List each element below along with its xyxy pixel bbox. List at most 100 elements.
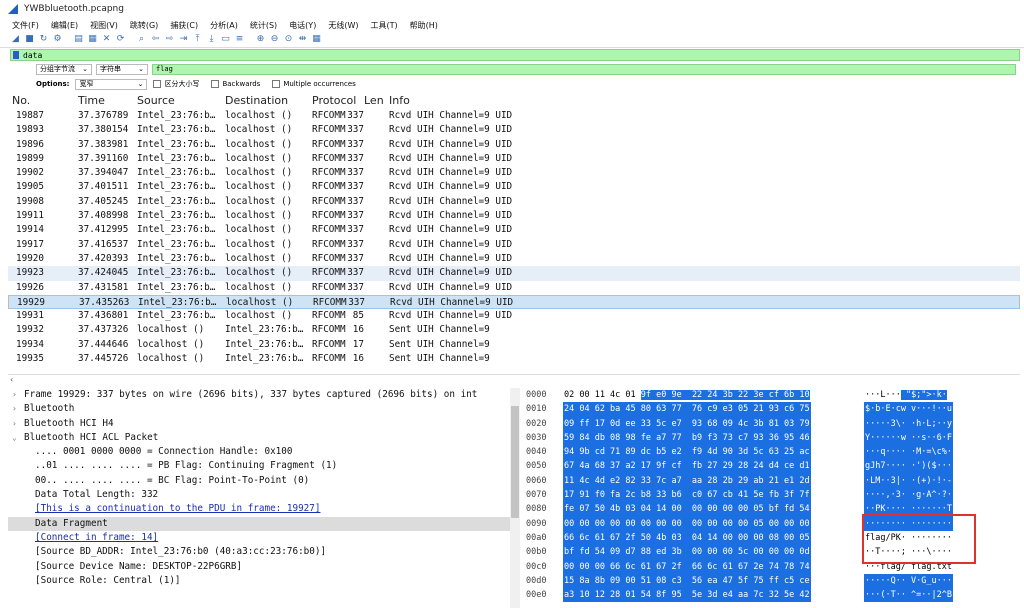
hex-row[interactable]: 0030 59 84 db 08 98 fe a7 77 b9 f3 73 c7 … bbox=[524, 430, 1024, 446]
column-length[interactable]: Len bbox=[364, 94, 384, 107]
packet-list[interactable]: 19887 37.376789 Intel_23:76:b… localhost ()… bbox=[8, 109, 1020, 366]
back-icon[interactable]: ⇦ bbox=[150, 34, 161, 45]
detail-line[interactable]: ..01 .... .... .... = PB Flag: Continuin… bbox=[8, 459, 510, 473]
find-icon[interactable]: ⌕ bbox=[136, 34, 147, 45]
layout-icon[interactable]: ▦ bbox=[311, 34, 322, 45]
menu-item[interactable]: 编辑(E) bbox=[51, 20, 78, 31]
packet-row[interactable]: 19935 37.445726 localhost () Intel_23:76:b…… bbox=[8, 352, 1020, 366]
packet-row[interactable]: 19908 37.405245 Intel_23:76:b… localhost ()… bbox=[8, 195, 1020, 209]
detail-line[interactable]: 00.. .... .... .... = BC Flag: Point-To-… bbox=[8, 474, 510, 488]
open-icon[interactable]: ▤ bbox=[73, 34, 84, 45]
hex-row[interactable]: 0010 24 04 62 ba 45 80 63 77 76 c9 e3 05 … bbox=[524, 402, 1024, 417]
display-filter-input[interactable]: data bbox=[23, 51, 42, 60]
autoscroll-icon[interactable]: ▭ bbox=[220, 34, 231, 45]
reload-icon[interactable]: ⟳ bbox=[115, 34, 126, 45]
packet-row[interactable]: 19920 37.420393 Intel_23:76:b… localhost ()… bbox=[8, 252, 1020, 266]
hex-row[interactable]: 0040 94 9b cd 71 89 dc b5 e2 f9 4d 90 3d … bbox=[524, 445, 1024, 460]
case-sensitive-checkbox[interactable]: 区分大小写 bbox=[153, 79, 199, 89]
column-info[interactable]: Info bbox=[389, 94, 410, 107]
menu-item[interactable]: 电话(Y) bbox=[289, 20, 316, 31]
menu-item[interactable]: 跳转(G) bbox=[130, 20, 158, 31]
detail-line[interactable]: [Source BD_ADDR: Intel_23:76:b0 (40:a3:c… bbox=[8, 545, 510, 559]
menu-item[interactable]: 工具(T) bbox=[370, 20, 397, 31]
packet-row[interactable]: 19905 37.401511 Intel_23:76:b… localhost ()… bbox=[8, 180, 1020, 194]
zoom-in-icon[interactable]: ⊕ bbox=[255, 34, 266, 45]
hex-row[interactable]: 00e0 a3 10 12 28 01 54 8f 95 5e 3d e4 aa … bbox=[524, 588, 1024, 603]
display-filter-bar[interactable]: data bbox=[10, 49, 1020, 61]
detail-line[interactable]: .... 0001 0000 0000 = Connection Handle:… bbox=[8, 445, 510, 459]
hex-row[interactable]: 0060 11 4c 4d e2 82 33 7c a7 aa 28 2b 29 … bbox=[524, 473, 1024, 489]
detail-line[interactable]: › Bluetooth HCI H4 bbox=[8, 417, 510, 431]
stop-icon[interactable]: ■ bbox=[24, 34, 35, 45]
scrollbar-thumb[interactable] bbox=[511, 406, 519, 518]
colorize-icon[interactable]: ≡ bbox=[234, 34, 245, 45]
detail-link[interactable]: [Connect in frame: 14] bbox=[8, 531, 510, 545]
detail-link[interactable]: [This is a continuation to the PDU in fr… bbox=[8, 502, 510, 516]
packet-bytes-pane[interactable]: 0000 02 00 11 4c 01 9f e0 9e 22 24 3b 22 … bbox=[524, 388, 1024, 608]
menu-item[interactable]: 无线(W) bbox=[328, 20, 358, 31]
options-icon[interactable]: ⚙ bbox=[52, 34, 63, 45]
packet-row[interactable]: 19926 37.431581 Intel_23:76:b… localhost ()… bbox=[8, 281, 1020, 295]
search-type-select[interactable]: 字符串 ⌄ bbox=[96, 63, 148, 75]
forward-icon[interactable]: ⇨ bbox=[164, 34, 175, 45]
detail-line[interactable]: › Bluetooth bbox=[8, 402, 510, 416]
menu-item[interactable]: 视图(V) bbox=[90, 20, 118, 31]
hex-row[interactable]: 0020 09 ff 17 0d ee 33 5c e7 93 68 09 4c … bbox=[524, 416, 1024, 431]
detail-line[interactable]: › Frame 19929: 337 bytes on wire (2696 bi… bbox=[8, 388, 510, 402]
fin-icon[interactable]: ◢ bbox=[10, 34, 21, 45]
packet-row[interactable]: 19899 37.391160 Intel_23:76:b… localhost ()… bbox=[8, 152, 1020, 166]
column-destination[interactable]: Destination bbox=[225, 94, 288, 107]
packet-row[interactable]: 19929 37.435263 Intel_23:76:b… localhost ()… bbox=[8, 294, 1020, 310]
packet-row[interactable]: 19931 37.436801 Intel_23:76:b… localhost ()… bbox=[8, 309, 1020, 323]
menu-item[interactable]: 文件(F) bbox=[12, 20, 39, 31]
last-icon[interactable]: ⤓ bbox=[206, 34, 217, 45]
charset-select[interactable]: 宽窄 ⌄ bbox=[75, 78, 148, 90]
restart-icon[interactable]: ↻ bbox=[38, 34, 49, 45]
collapse-arrow-icon[interactable]: ⌄ bbox=[12, 431, 17, 445]
zoom-reset-icon[interactable]: ⊙ bbox=[283, 34, 294, 45]
column-source[interactable]: Source bbox=[137, 94, 175, 107]
close-icon[interactable]: ✕ bbox=[101, 34, 112, 45]
detail-line[interactable]: [Source Device Name: DESKTOP-22P6GRB] bbox=[8, 560, 510, 574]
packet-row[interactable]: 19911 37.408998 Intel_23:76:b… localhost ()… bbox=[8, 209, 1020, 223]
packet-row[interactable]: 19932 37.437326 localhost () Intel_23:76:b…… bbox=[8, 323, 1020, 337]
detail-line[interactable]: Data Total Length: 332 bbox=[8, 488, 510, 502]
column-protocol[interactable]: Protocol bbox=[312, 94, 356, 107]
packet-row[interactable]: 19887 37.376789 Intel_23:76:b… localhost ()… bbox=[8, 109, 1020, 123]
packet-details-pane[interactable]: › Frame 19929: 337 bytes on wire (2696 bi… bbox=[8, 388, 510, 608]
detail-line[interactable]: ⌄ Bluetooth HCI ACL Packet bbox=[8, 431, 510, 445]
packet-row[interactable]: 19902 37.394047 Intel_23:76:b… localhost ()… bbox=[8, 166, 1020, 180]
expand-arrow-icon[interactable]: › bbox=[12, 417, 17, 431]
scroll-left-icon[interactable]: ‹ bbox=[10, 375, 13, 384]
backwards-checkbox[interactable]: Backwards bbox=[211, 80, 260, 88]
save-icon[interactable]: ▦ bbox=[87, 34, 98, 45]
first-icon[interactable]: ⤒ bbox=[192, 34, 203, 45]
expand-arrow-icon[interactable]: › bbox=[12, 402, 17, 416]
search-scope-select[interactable]: 分组字节流 ⌄ bbox=[36, 63, 92, 75]
resize-columns-icon[interactable]: ⇹ bbox=[297, 34, 308, 45]
hex-row[interactable]: 00d0 15 8a 8b 09 00 51 08 c3 56 ea 47 5f … bbox=[524, 573, 1024, 589]
search-string-input[interactable]: flag bbox=[152, 63, 1016, 75]
packet-row[interactable]: 19914 37.412995 Intel_23:76:b… localhost ()… bbox=[8, 223, 1020, 237]
multiple-occurrences-checkbox[interactable]: Multiple occurrences bbox=[272, 80, 356, 88]
expand-arrow-icon[interactable]: › bbox=[12, 388, 17, 402]
packet-row[interactable]: 19893 37.380154 Intel_23:76:b… localhost ()… bbox=[8, 123, 1020, 137]
column-no[interactable]: No. bbox=[12, 94, 30, 107]
menu-item[interactable]: 帮助(H) bbox=[410, 20, 438, 31]
hex-row[interactable]: 0070 17 91 f0 fa 2c b8 33 b6 c0 67 cb 41 … bbox=[524, 488, 1024, 503]
packet-row[interactable]: 19917 37.416537 Intel_23:76:b… localhost ()… bbox=[8, 238, 1020, 252]
packet-row[interactable]: 19923 37.424045 Intel_23:76:b… localhost ()… bbox=[8, 266, 1020, 281]
menu-item[interactable]: 分析(A) bbox=[210, 20, 238, 31]
menu-item[interactable]: 捕获(C) bbox=[170, 20, 198, 31]
detail-line[interactable]: Data Fragment bbox=[8, 516, 510, 531]
menu-item[interactable]: 统计(S) bbox=[250, 20, 277, 31]
goto-icon[interactable]: ⇥ bbox=[178, 34, 189, 45]
details-scrollbar[interactable] bbox=[510, 388, 520, 608]
detail-line[interactable]: [Source Role: Central (1)] bbox=[8, 574, 510, 588]
hex-row[interactable]: 0050 67 4a 68 37 a2 17 9f cf fb 27 29 28 … bbox=[524, 459, 1024, 474]
bookmark-icon[interactable] bbox=[13, 51, 19, 59]
zoom-out-icon[interactable]: ⊖ bbox=[269, 34, 280, 45]
hex-row[interactable]: 0000 02 00 11 4c 01 9f e0 9e 22 24 3b 22 … bbox=[524, 388, 1024, 402]
packet-row[interactable]: 19934 37.444646 localhost () Intel_23:76:b…… bbox=[8, 338, 1020, 352]
packet-row[interactable]: 19896 37.383981 Intel_23:76:b… localhost ()… bbox=[8, 138, 1020, 152]
